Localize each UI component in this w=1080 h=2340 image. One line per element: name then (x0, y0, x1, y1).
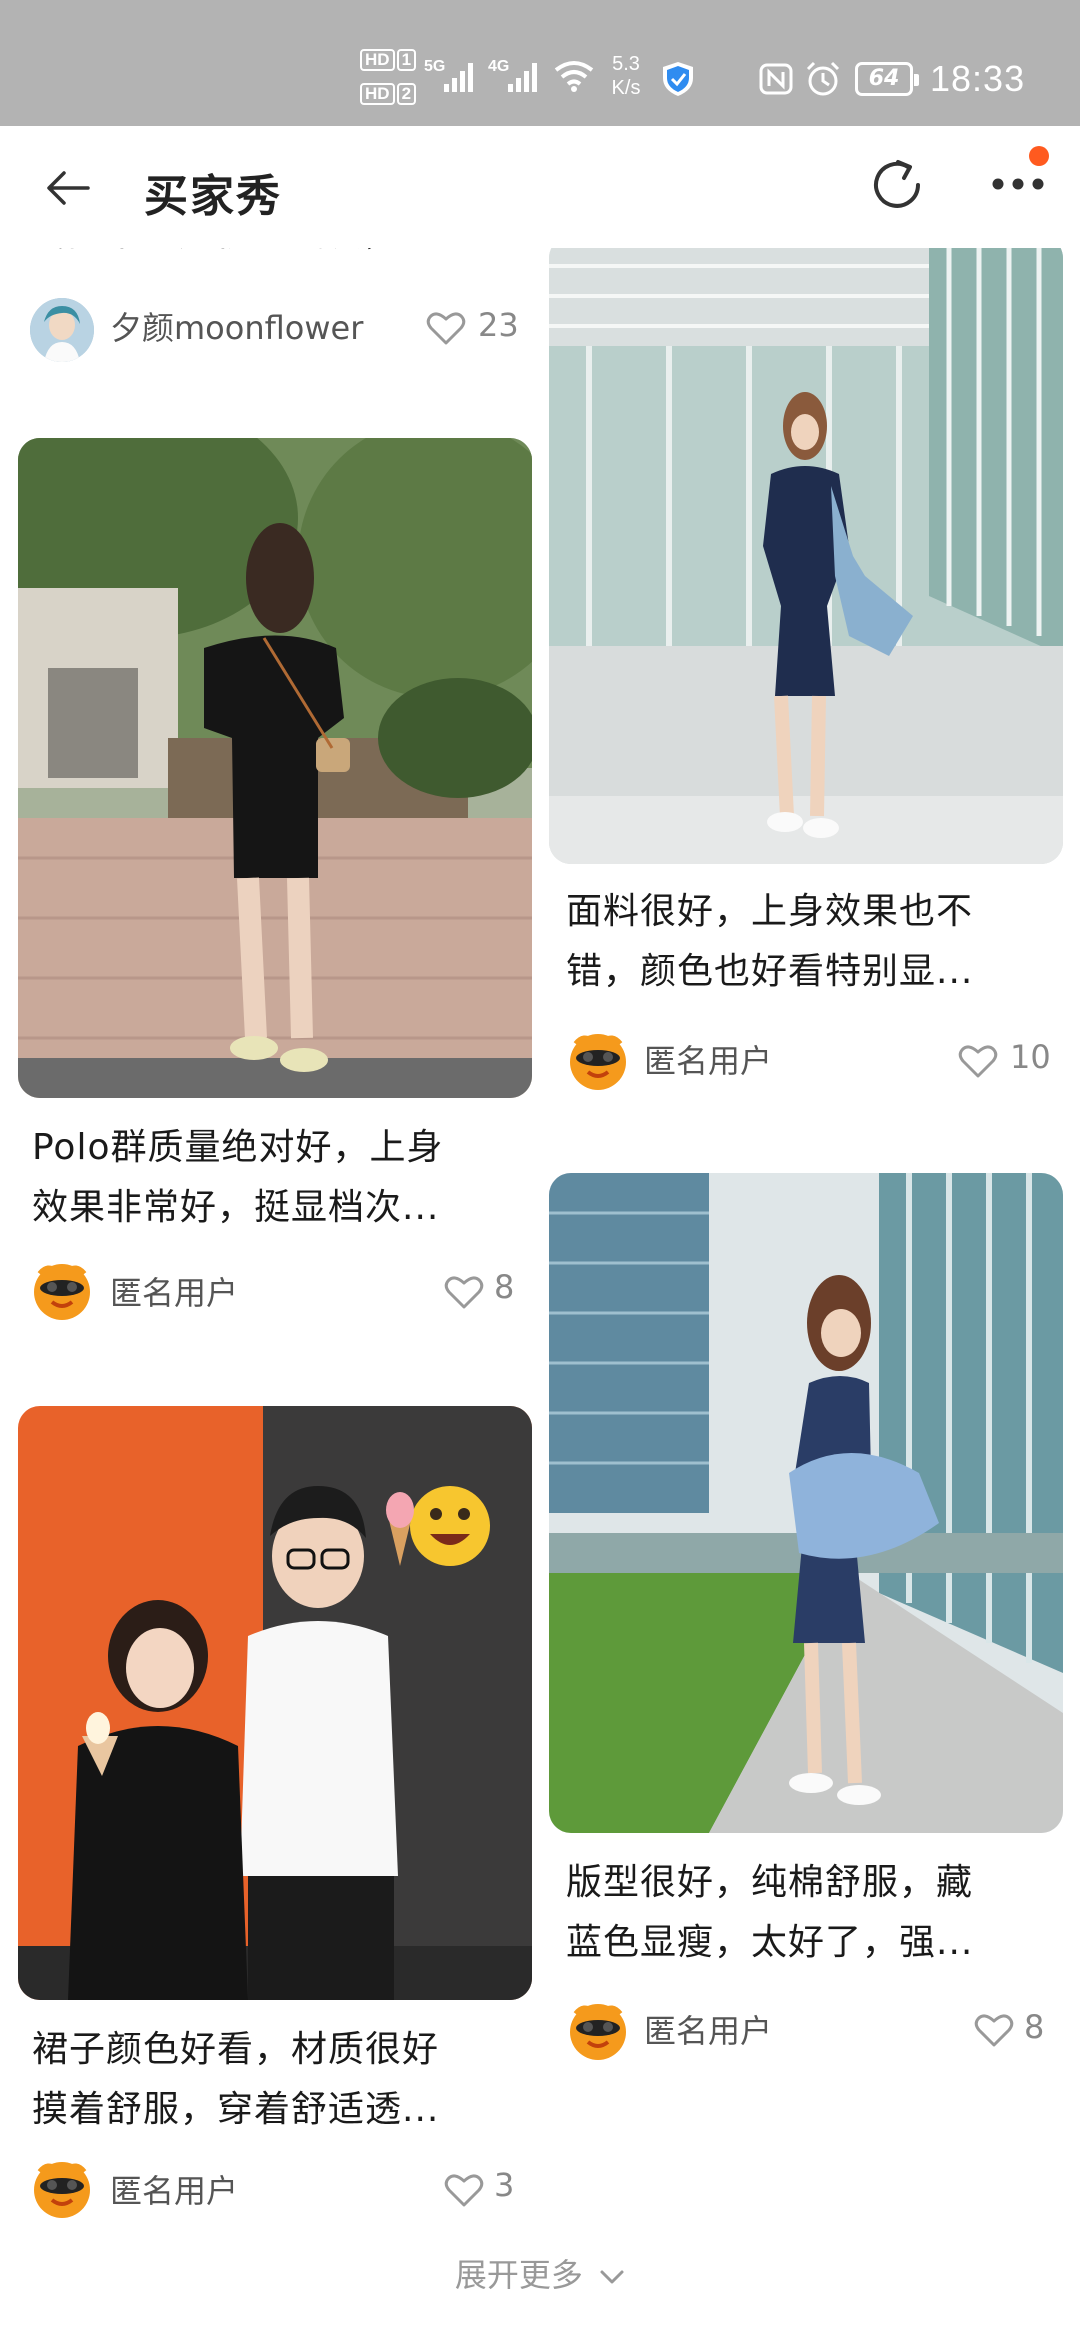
chevron-down-icon (600, 2270, 624, 2284)
avatar[interactable] (30, 298, 94, 362)
caption-line: 裙子颜色好看，材质很好 (32, 2029, 440, 2070)
review-caption: Polo群质量绝对好，上身 效果非常好，挺显档次... (32, 1118, 532, 1238)
username[interactable]: 匿名用户 (644, 1036, 772, 1082)
review-photo[interactable] (549, 248, 1063, 864)
wifi-icon (554, 61, 594, 92)
page-title: 买家秀 (144, 171, 282, 222)
avatar[interactable] (30, 2156, 94, 2220)
username[interactable]: 夕颜moonflower (110, 303, 363, 349)
like-count: 23 (478, 306, 519, 344)
shield-icon (663, 62, 693, 96)
avatar[interactable] (566, 1998, 630, 2062)
refresh-icon[interactable] (868, 156, 926, 214)
caption-line: 蓝色显瘦，太好了，强... (566, 1922, 974, 1963)
review-caption: 裙子颜色好看，材质很好 摸着舒服，穿着舒适透... (32, 2020, 532, 2140)
review-photo[interactable] (549, 1173, 1063, 1833)
notification-dot (1029, 146, 1049, 166)
nfc-icon (759, 63, 793, 95)
hd1-num: 1 (396, 49, 417, 71)
hd2-label: HD (360, 83, 395, 105)
top-nav-bar: 买家秀 (0, 126, 1080, 248)
expand-more-label: 展开更多 (454, 2256, 583, 2294)
hd2-indicator: HD 2 (360, 82, 418, 106)
signal-icon-1 (444, 63, 473, 92)
username[interactable]: 匿名用户 (644, 2006, 772, 2052)
review-photo[interactable] (18, 1406, 532, 2000)
avatar[interactable] (566, 1028, 630, 1092)
like-count: 3 (494, 2166, 515, 2204)
expand-more-button[interactable]: 展开更多 (0, 2250, 1080, 2296)
review-caption: 版型很好，纯棉舒服，藏 蓝色显瘦，太好了，强... (566, 1853, 1066, 1973)
caption-line: 面料很好，上身效果也不 (566, 891, 974, 932)
caption-line: 摸着舒服，穿着舒适透... (32, 2089, 440, 2130)
avatar[interactable] (30, 1258, 94, 1322)
back-arrow-icon[interactable] (44, 164, 92, 212)
review-caption: 式简单但是很显气质，... (30, 248, 520, 264)
review-caption: 面料很好，上身效果也不 错，颜色也好看特别显... (566, 882, 1066, 1002)
hd1-label: HD (360, 49, 395, 71)
alarm-icon (806, 61, 840, 96)
buyer-show-feed[interactable]: 式简单但是很显气质，... 夕颜moonflower 23 (0, 248, 1080, 2264)
status-bar: HD 1 HD 2 5G 4G 5.3 K/s 64 18:33 (0, 0, 1080, 126)
more-dots-icon[interactable] (990, 172, 1046, 196)
heart-outline-icon[interactable] (444, 1274, 484, 1310)
caption-line: 版型很好，纯棉舒服，藏 (566, 1862, 974, 1903)
signal-icon-2 (508, 63, 537, 92)
like-count: 10 (1010, 1038, 1051, 1076)
heart-outline-icon[interactable] (958, 1043, 998, 1079)
heart-outline-icon[interactable] (974, 2012, 1014, 2048)
caption-line: 错，颜色也好看特别显... (566, 951, 974, 992)
hd2-num: 2 (396, 83, 417, 105)
username[interactable]: 匿名用户 (110, 2166, 238, 2212)
network-speed: 5.3 K/s (604, 52, 648, 100)
username[interactable]: 匿名用户 (110, 1268, 238, 1314)
like-count: 8 (1024, 2008, 1045, 2046)
speed-unit: K/s (611, 77, 641, 99)
caption-line: Polo群质量绝对好，上身 (32, 1127, 444, 1168)
speed-value: 5.3 (612, 53, 640, 75)
heart-outline-icon[interactable] (426, 310, 466, 346)
hd1-indicator: HD 1 (360, 48, 418, 72)
clock-time: 18:33 (930, 58, 1026, 99)
heart-outline-icon[interactable] (444, 2172, 484, 2208)
review-photo[interactable] (18, 438, 532, 1098)
like-count: 8 (494, 1268, 515, 1306)
battery-icon: 64 (855, 62, 919, 96)
caption-line: 效果非常好，挺显档次... (32, 1187, 440, 1228)
